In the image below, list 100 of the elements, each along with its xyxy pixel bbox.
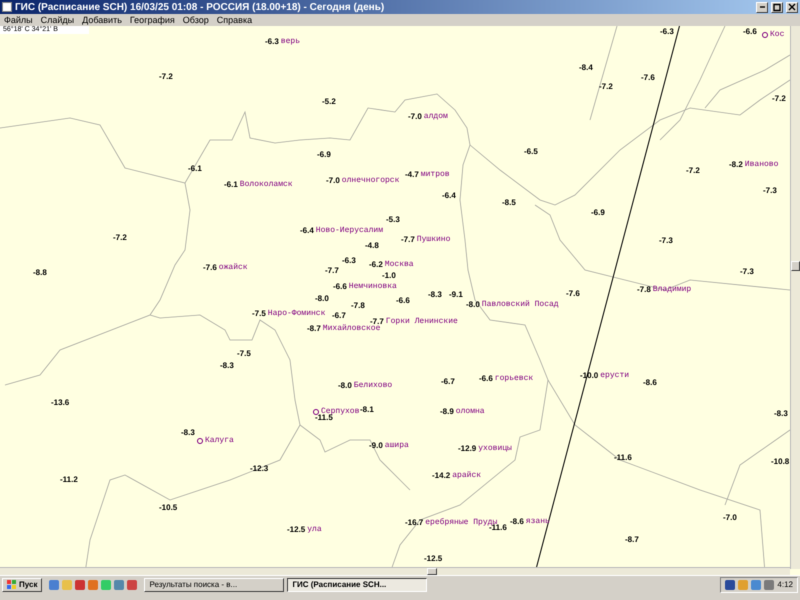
temperature-value: -6.6 <box>479 374 493 383</box>
temperature-value: -7.6 <box>641 73 655 82</box>
temperature-value: -8.7 <box>307 324 321 333</box>
town-marker-icon <box>197 438 203 444</box>
temperature-value: -6.1 <box>224 180 238 189</box>
menu-item[interactable]: Справка <box>216 15 252 25</box>
city-label: арайск <box>452 471 482 480</box>
city-label: уховицы <box>478 444 512 453</box>
temperature-value: -7.5 <box>237 349 251 358</box>
quick-launch-icon[interactable] <box>101 580 112 590</box>
temperature-value: -4.8 <box>365 241 379 250</box>
vertical-scrollbar[interactable] <box>790 26 800 569</box>
quick-launch-icon[interactable] <box>88 580 98 590</box>
temperature-value: -13.6 <box>51 398 70 407</box>
temperature-value: -8.1 <box>360 405 374 414</box>
temperature-value: -7.7 <box>325 266 339 275</box>
close-button[interactable] <box>786 2 798 12</box>
tray-icon[interactable] <box>725 580 736 590</box>
town-marker-icon <box>762 32 768 38</box>
temperature-value: -6.6 <box>396 296 410 305</box>
temperature-value: -6.2 <box>369 260 383 269</box>
quick-launch-icon[interactable] <box>75 580 86 590</box>
city-label: Волоколамск <box>240 180 293 189</box>
temperature-value: -8.3 <box>220 361 234 370</box>
clock: 4:12 <box>777 580 793 589</box>
menu-item[interactable]: Файлы <box>4 15 33 25</box>
city-label: Горки Ленинские <box>386 317 458 326</box>
temperature-value: -8.3 <box>428 290 442 299</box>
temperature-value: -7.2 <box>686 166 700 175</box>
temperature-value: -7.3 <box>763 186 777 195</box>
temperature-value: -7.6 <box>566 289 580 298</box>
temperature-value: -8.9 <box>440 407 454 416</box>
city-label: ашира <box>384 441 409 450</box>
city-label: Пушкино <box>416 235 450 244</box>
city-label: Владимир <box>652 285 692 294</box>
temperature-value: -6.4 <box>442 191 456 200</box>
menu-item[interactable]: География <box>130 15 175 25</box>
temperature-value: -8.4 <box>579 63 593 72</box>
temperature-value: -7.8 <box>637 285 651 294</box>
city-label: Наро-Фоминск <box>268 309 326 318</box>
windows-logo-icon <box>7 580 16 589</box>
minimize-icon <box>760 6 764 8</box>
temperature-value: -11.5 <box>315 413 333 422</box>
temperature-value: -6.3 <box>265 37 279 46</box>
app-icon <box>2 2 12 12</box>
temperature-value: -8.7 <box>625 535 639 544</box>
temperature-value: -8.3 <box>181 428 195 437</box>
temperature-value: -6.9 <box>317 150 331 159</box>
temperature-value: -11.2 <box>60 475 78 484</box>
temperature-value: -8.0 <box>466 300 480 309</box>
city-label: митров <box>420 170 450 179</box>
minimize-button[interactable] <box>756 2 768 12</box>
city-label: горьевск <box>494 374 534 383</box>
taskbar-button[interactable]: ГИС (Расписание SCH... <box>287 578 428 592</box>
city-label: Серпухов <box>321 407 360 416</box>
temperature-value: -6.3 <box>342 256 356 265</box>
tray-icon[interactable] <box>764 580 774 590</box>
town-marker-icon <box>313 408 319 414</box>
quick-launch-icon[interactable] <box>114 580 124 590</box>
city-label: ерусти <box>600 371 630 380</box>
temperature-value: -9.0 <box>369 441 383 450</box>
city-label: оломна <box>456 407 485 416</box>
menu-item[interactable]: Слайды <box>40 15 74 25</box>
temperature-value: -7.2 <box>113 233 127 242</box>
temperature-value: -7.2 <box>159 72 173 81</box>
temperature-value: -1.0 <box>382 271 396 280</box>
menu-item[interactable]: Обзор <box>182 15 209 25</box>
temperature-value: -14.2 <box>432 471 450 480</box>
temperature-value: -8.0 <box>338 381 352 390</box>
temperature-value: -7.6 <box>203 263 217 272</box>
temperature-value: -7.7 <box>370 317 384 326</box>
city-label: Михайловское <box>322 324 380 333</box>
horizontal-scrollbar[interactable] <box>0 567 790 575</box>
temperature-value: -6.9 <box>591 208 605 217</box>
temperature-value: -6.6 <box>743 27 757 36</box>
taskbar-button[interactable]: Результаты поиска - в... <box>144 578 284 592</box>
temperature-value: -6.7 <box>332 311 346 320</box>
temperature-value: -12.3 <box>250 464 268 473</box>
city-label: Ново-Иерусалим <box>316 226 384 235</box>
temperature-value: -6.6 <box>333 282 347 291</box>
maximize-icon <box>772 2 782 12</box>
temperature-value: -6.7 <box>441 377 455 386</box>
temperature-value: -8.6 <box>643 378 657 387</box>
menu-item[interactable]: Добавить <box>82 15 122 25</box>
temperature-value: -8.2 <box>729 160 743 169</box>
temperature-value: -12.5 <box>287 525 306 534</box>
temperature-value: -7.0 <box>408 112 422 121</box>
temperature-value: -7.7 <box>401 235 415 244</box>
city-label: ожайск <box>218 263 248 272</box>
city-label: Немчиновка <box>348 282 397 291</box>
temperature-value: -6.3 <box>660 27 674 36</box>
temperature-value: -7.2 <box>772 94 786 103</box>
quick-launch-icon[interactable] <box>127 580 138 590</box>
maximize-button[interactable] <box>771 2 783 12</box>
close-icon <box>787 2 797 12</box>
start-button[interactable]: Пуск <box>2 578 42 592</box>
tray-icon[interactable] <box>751 580 762 590</box>
quick-launch-icon[interactable] <box>49 580 60 590</box>
temperature-value: -7.3 <box>659 236 673 245</box>
city-label: ула <box>307 525 322 534</box>
